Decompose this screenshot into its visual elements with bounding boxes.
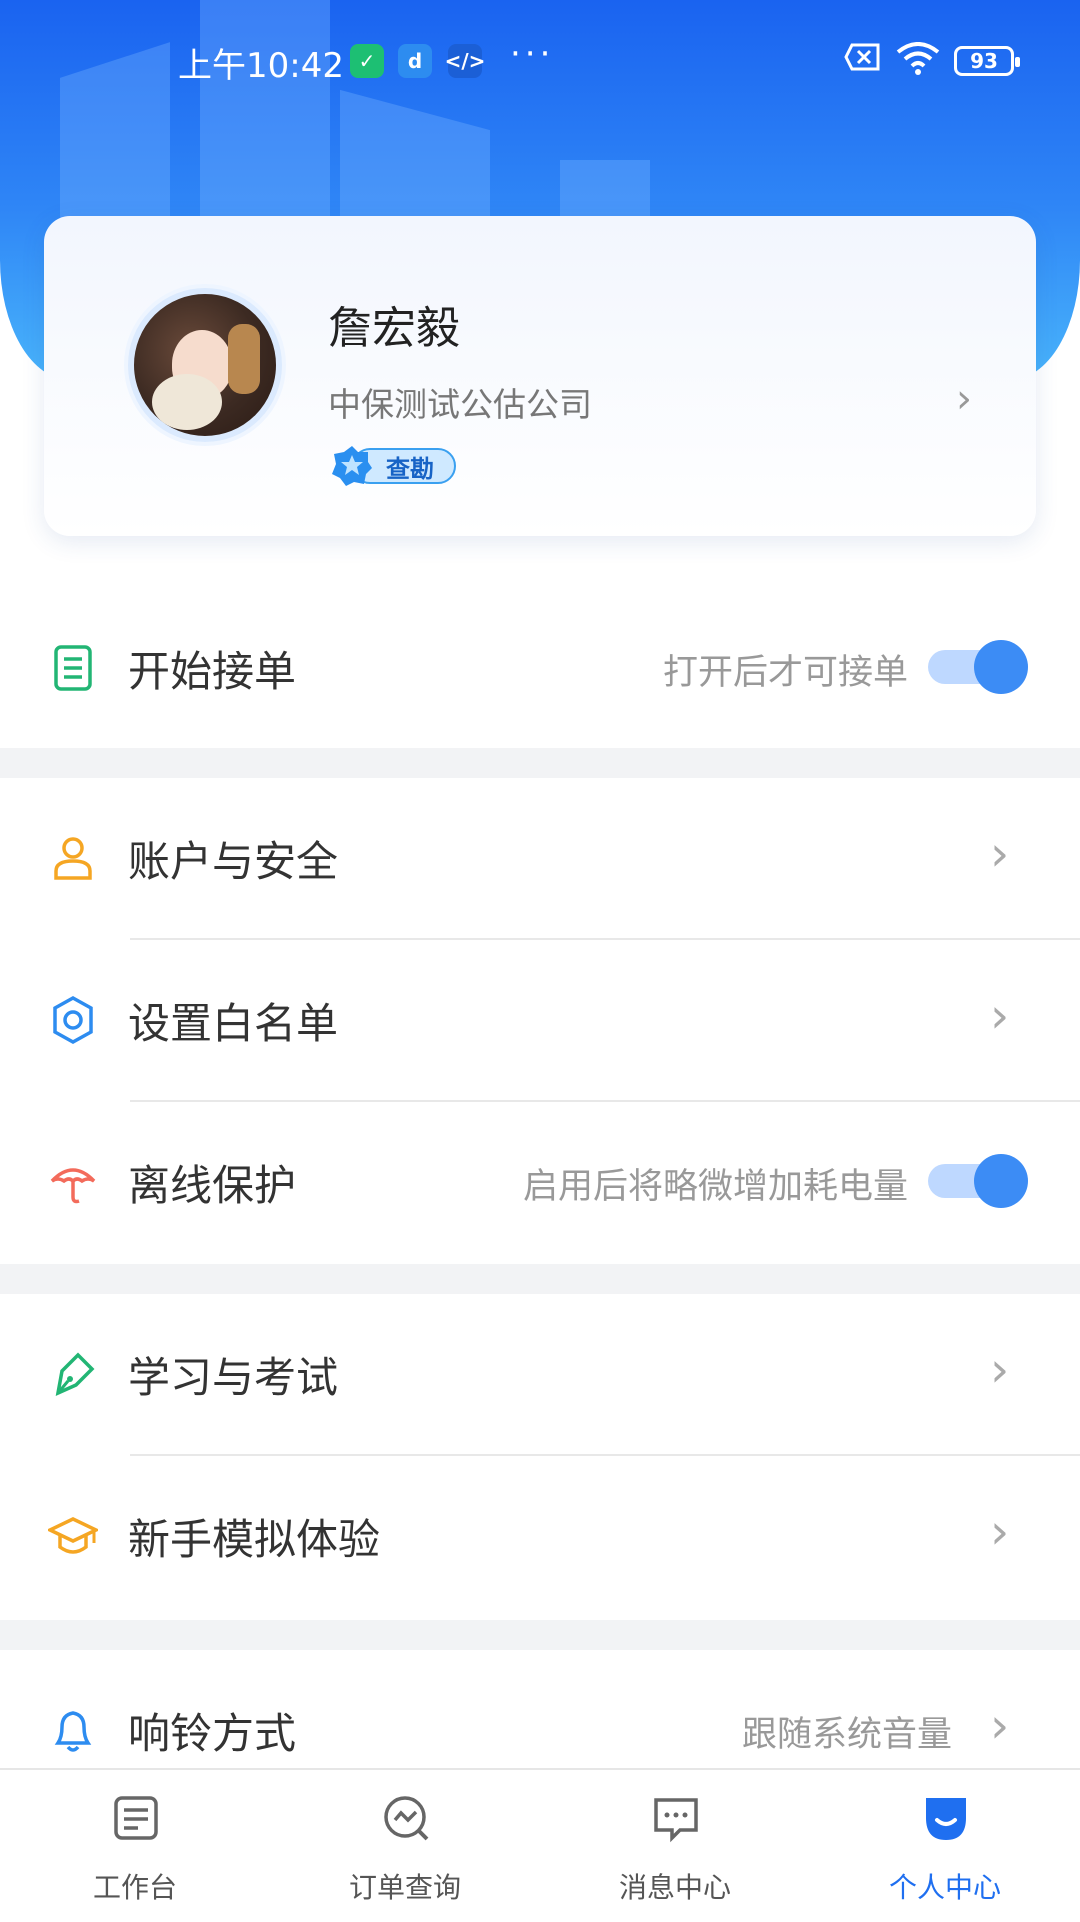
profile-card[interactable]: 詹宏毅 中保测试公估公司 › 查勘 — [44, 216, 1036, 536]
avatar-plush — [152, 374, 222, 430]
status-time: 上午10:42 — [178, 46, 344, 86]
profile-icon — [926, 1798, 966, 1840]
section-gap — [0, 1620, 1080, 1650]
gear-icon — [53, 995, 93, 1045]
section-gap — [0, 748, 1080, 778]
toggle-knob — [974, 640, 1028, 694]
profile-name: 詹宏毅 — [328, 303, 460, 354]
order-list-icon — [54, 645, 92, 691]
sim-disabled-icon — [844, 43, 880, 71]
tab-label: 个人中心 — [888, 1871, 1001, 1904]
study-exam-label: 学习与考试 — [128, 1353, 339, 1402]
ringtone-hint: 跟随系统音量 — [741, 1715, 952, 1755]
offline-protection-label: 离线保护 — [128, 1161, 297, 1210]
profile-company: 中保测试公估公司 — [328, 385, 592, 424]
account-security-label: 账户与安全 — [128, 837, 339, 886]
role-badge: 查勘 — [330, 444, 458, 488]
bell-icon — [54, 1711, 92, 1752]
accept-orders-toggle[interactable] — [928, 640, 1028, 694]
badge-label: 查勘 — [386, 455, 434, 483]
shield-app-icon: ✓ — [350, 44, 384, 78]
status-bar: 上午10:42 ✓ d </> ··· 93 — [0, 0, 1080, 120]
tab-message-center[interactable]: 消息中心 — [540, 1770, 810, 1922]
beginner-sim-row[interactable]: 新手模拟体验 › — [0, 1456, 1080, 1616]
bottom-tab-bar: 工作台 订单查询 消息中心 个人中心 — [0, 1768, 1080, 1922]
pen-icon — [55, 1352, 95, 1396]
accept-orders-row[interactable]: 开始接单 打开后才可接单 — [0, 588, 1080, 748]
chevron-right-icon: › — [990, 1698, 1010, 1754]
account-security-row[interactable]: 账户与安全 › — [0, 778, 1080, 938]
avatar-doll — [228, 324, 260, 394]
star-badge-icon — [332, 446, 372, 486]
tab-label: 消息中心 — [618, 1871, 731, 1904]
section-gap — [0, 1264, 1080, 1294]
tab-label: 工作台 — [92, 1871, 177, 1904]
offline-protection-row[interactable]: 离线保护 启用后将略微增加耗电量 — [0, 1102, 1080, 1262]
whitelist-row[interactable]: 设置白名单 › — [0, 940, 1080, 1100]
tab-label: 订单查询 — [348, 1871, 461, 1904]
battery-indicator: 93 — [954, 46, 1020, 76]
beginner-sim-label: 新手模拟体验 — [128, 1515, 381, 1564]
tab-order-search[interactable]: 订单查询 — [270, 1770, 540, 1922]
chevron-right-icon: › — [990, 1342, 1010, 1398]
order-search-icon — [384, 1796, 429, 1841]
message-icon — [654, 1798, 698, 1843]
more-notifications-icon: ··· — [510, 34, 555, 74]
accept-orders-hint: 打开后才可接单 — [662, 653, 908, 693]
chevron-right-icon: › — [990, 1504, 1010, 1560]
umbrella-icon — [50, 1168, 96, 1204]
chevron-right-icon: › — [990, 988, 1010, 1044]
accept-orders-label: 开始接单 — [128, 647, 297, 696]
tab-workbench[interactable]: 工作台 — [0, 1770, 270, 1922]
toggle-knob — [974, 1154, 1028, 1208]
tab-personal-center[interactable]: 个人中心 — [810, 1770, 1080, 1922]
whitelist-label: 设置白名单 — [128, 999, 339, 1048]
code-app-icon: </> — [445, 44, 485, 78]
workbench-icon — [114, 1796, 158, 1840]
chevron-right-icon: › — [990, 826, 1010, 882]
user-icon — [54, 837, 92, 880]
ringtone-label: 响铃方式 — [128, 1709, 297, 1758]
avatar[interactable] — [128, 288, 282, 442]
app-notification-icon: d — [398, 44, 432, 78]
wifi-icon — [896, 42, 940, 75]
battery-level: 93 — [970, 49, 998, 73]
chevron-right-icon: › — [956, 376, 972, 422]
offline-protection-hint: 启用后将略微增加耗电量 — [522, 1167, 908, 1207]
study-exam-row[interactable]: 学习与考试 › — [0, 1294, 1080, 1454]
graduation-cap-icon — [48, 1517, 98, 1554]
offline-protection-toggle[interactable] — [928, 1154, 1028, 1208]
